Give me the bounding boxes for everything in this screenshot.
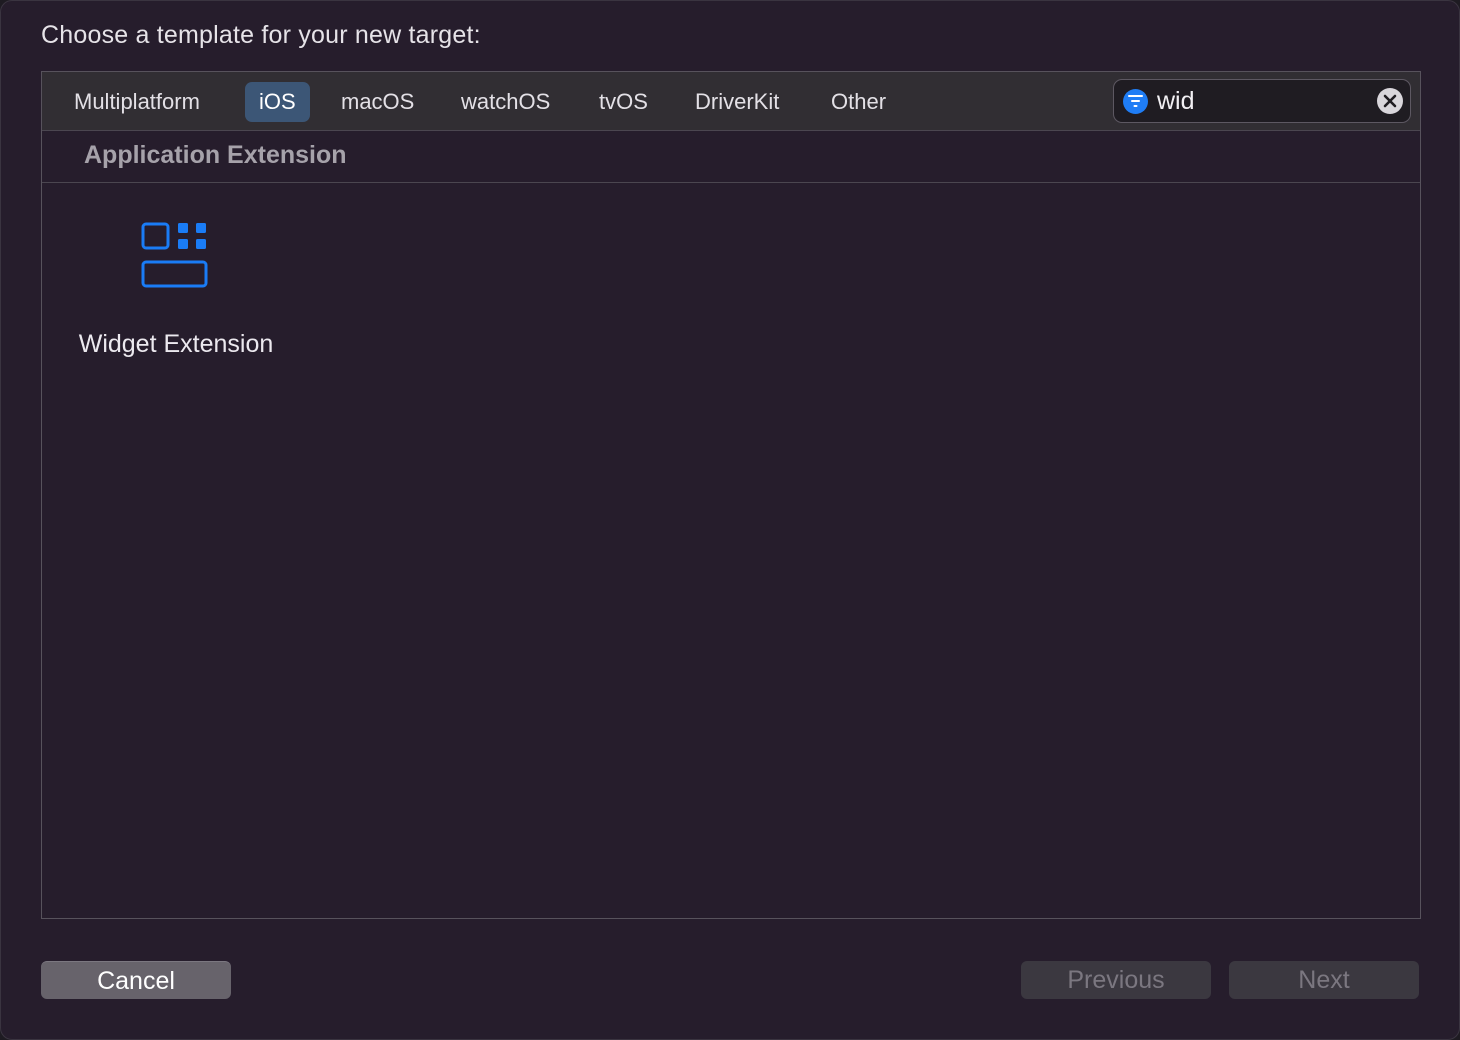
sheet-prompt: Choose a template for your new target:	[41, 21, 481, 49]
section-title: Application Extension	[84, 141, 347, 169]
tab-multiplatform[interactable]: Multiplatform	[60, 82, 214, 122]
template-chooser-sheet: Choose a template for your new target: M…	[0, 0, 1460, 1040]
tab-macos[interactable]: macOS	[327, 82, 428, 122]
tab-tvos[interactable]: tvOS	[585, 82, 662, 122]
search-input[interactable]: wid	[1157, 86, 1195, 116]
widget-icon	[141, 220, 211, 295]
search-field[interactable]: wid	[1113, 79, 1411, 123]
tab-other[interactable]: Other	[817, 82, 900, 122]
template-widget-extension[interactable]: Widget Extension	[56, 212, 296, 382]
section-header: Application Extension	[42, 131, 1420, 183]
tab-ios[interactable]: iOS	[245, 82, 310, 122]
tab-driverkit[interactable]: DriverKit	[681, 82, 793, 122]
cancel-button[interactable]: Cancel	[41, 961, 231, 999]
previous-button[interactable]: Previous	[1021, 961, 1211, 999]
platform-tab-bar: Multiplatform iOS macOS watchOS tvOS Dri…	[42, 72, 1420, 131]
clear-icon[interactable]	[1377, 88, 1403, 114]
tab-watchos[interactable]: watchOS	[447, 82, 564, 122]
next-button[interactable]: Next	[1229, 961, 1419, 999]
template-chooser: Multiplatform iOS macOS watchOS tvOS Dri…	[41, 71, 1421, 919]
template-label: Widget Extension	[78, 330, 274, 358]
filter-icon[interactable]	[1123, 89, 1148, 114]
